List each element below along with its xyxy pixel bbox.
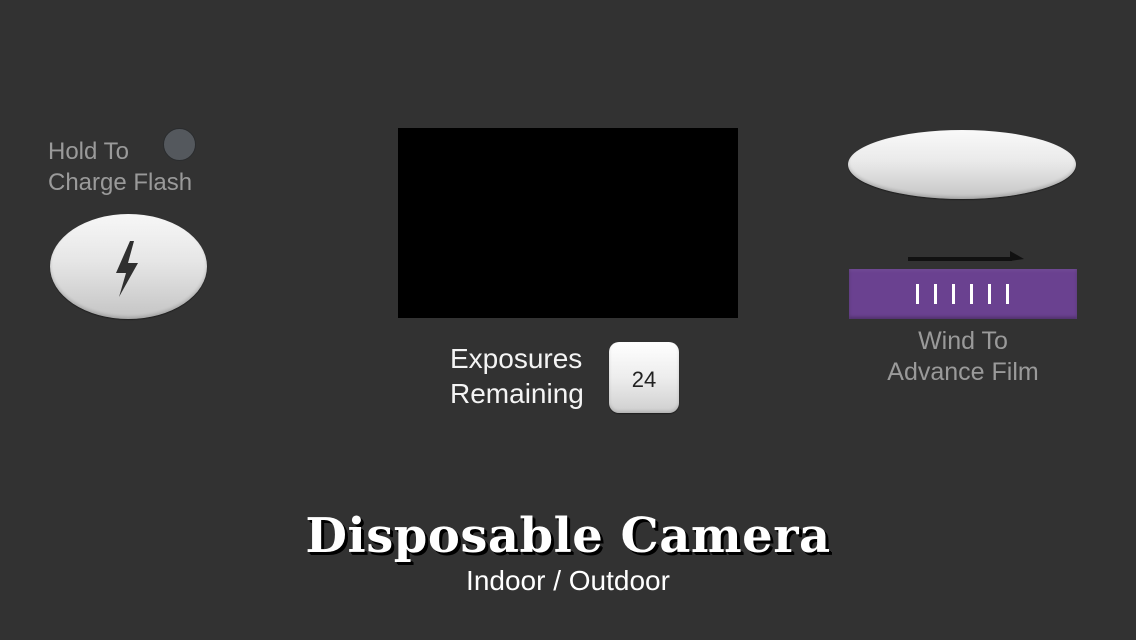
wheel-notch bbox=[952, 284, 955, 304]
exposures-remaining-label: Exposures Remaining bbox=[450, 343, 584, 409]
wheel-notch bbox=[1006, 284, 1009, 304]
charge-flash-button[interactable] bbox=[50, 214, 207, 319]
exposures-counter: 24 bbox=[609, 342, 679, 413]
exposures-count: 24 bbox=[631, 366, 657, 392]
wheel-notch bbox=[988, 284, 991, 304]
app-subtitle: Indoor / Outdoor bbox=[466, 565, 670, 596]
flash-ready-indicator bbox=[163, 128, 196, 161]
wheel-notch bbox=[916, 284, 919, 304]
lightning-bolt-icon bbox=[116, 241, 138, 297]
shutter-button[interactable] bbox=[848, 130, 1076, 199]
app-title: Disposable Camera bbox=[305, 508, 831, 564]
film-advance-wheel[interactable] bbox=[849, 269, 1077, 319]
viewfinder bbox=[398, 128, 738, 318]
wind-film-hint-label: Wind To Advance Film bbox=[887, 327, 1039, 386]
right-arrow-icon bbox=[908, 251, 1024, 261]
wheel-notch bbox=[970, 284, 973, 304]
wheel-notch bbox=[934, 284, 937, 304]
